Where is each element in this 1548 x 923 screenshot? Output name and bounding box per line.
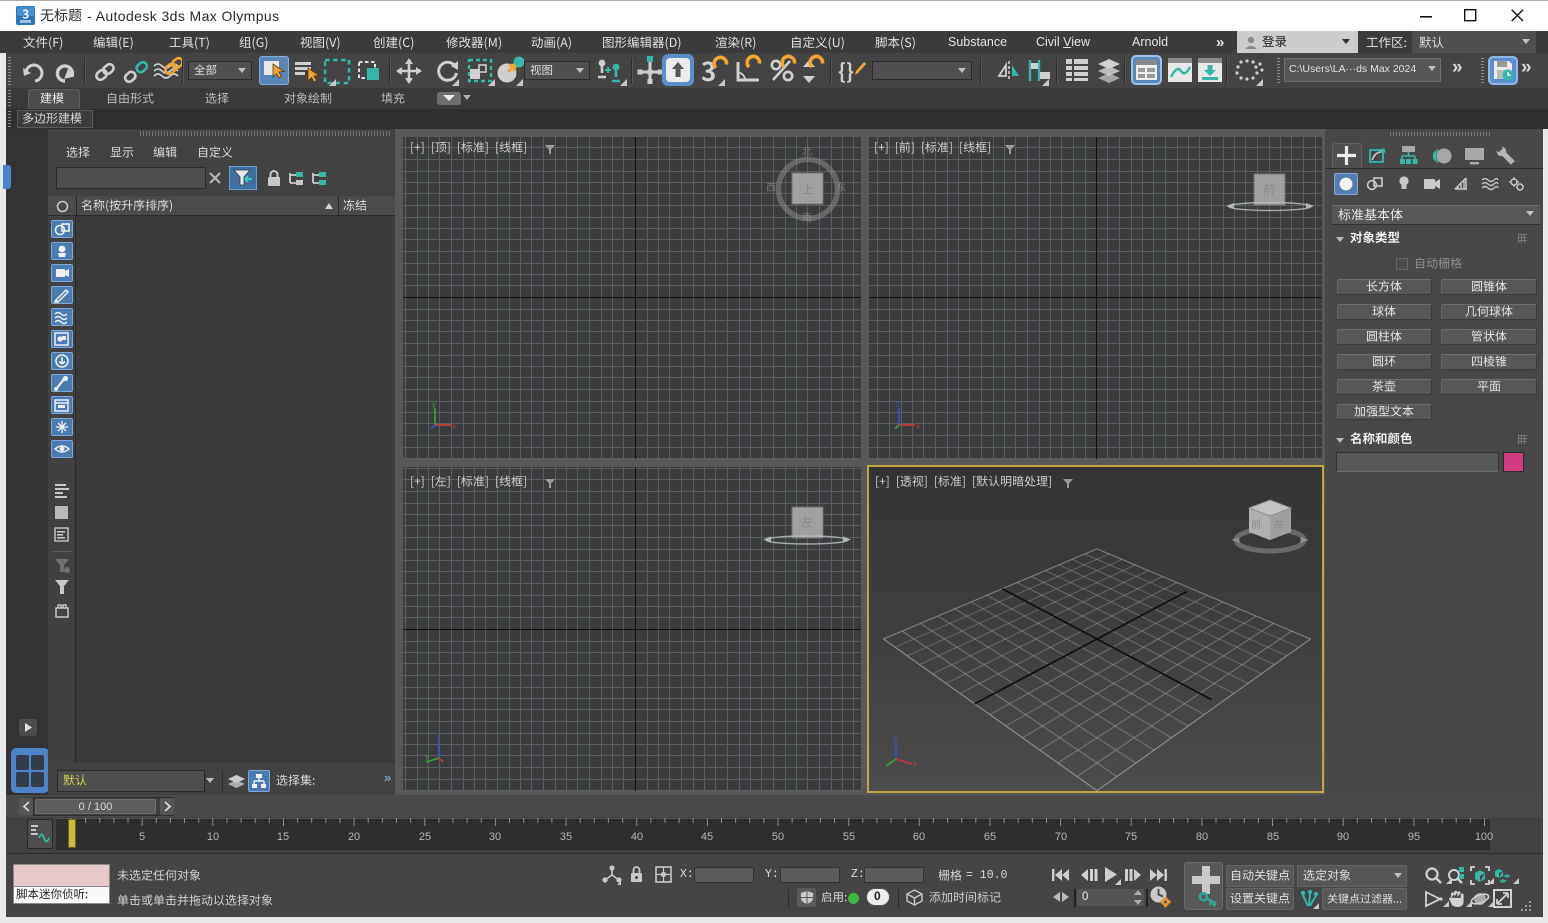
- svg-text:z: z: [896, 400, 900, 409]
- svg-text:x: x: [916, 422, 920, 431]
- svg-text:z: z: [436, 733, 440, 742]
- svg-text:z: z: [893, 734, 897, 743]
- svg-text:x: x: [452, 422, 456, 431]
- svg-text:y: y: [425, 752, 429, 761]
- svg-text:y: y: [432, 400, 436, 409]
- svg-text:x: x: [913, 760, 917, 769]
